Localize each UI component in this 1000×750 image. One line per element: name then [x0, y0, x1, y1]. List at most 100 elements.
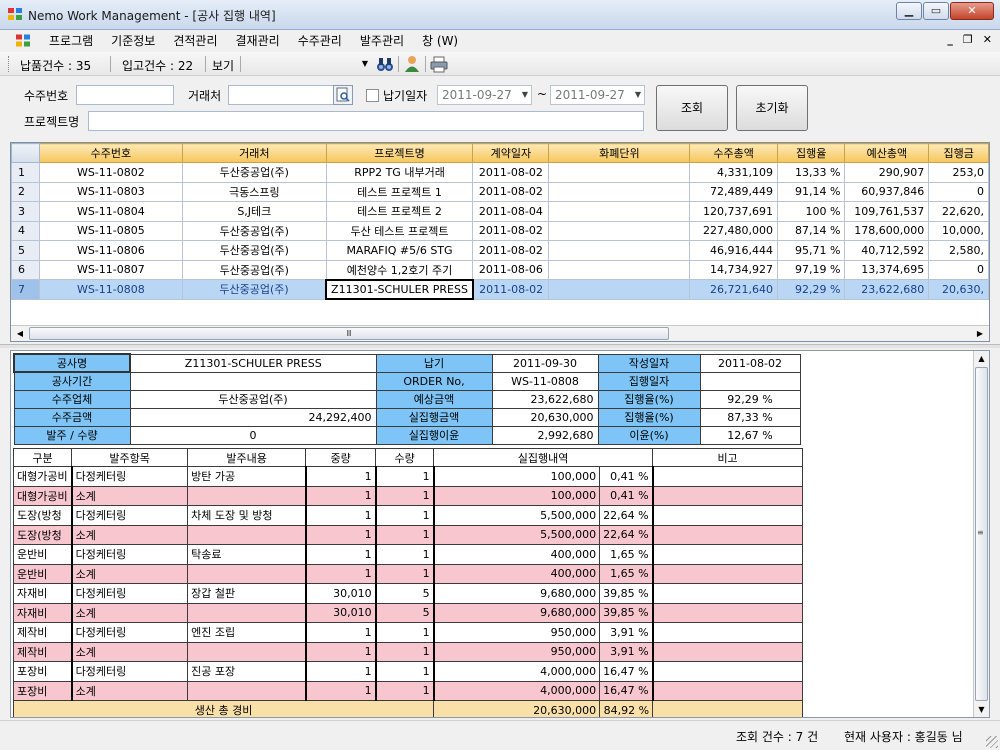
exec-cell-qty[interactable]: 5: [374, 583, 435, 604]
scroll-up-icon[interactable]: ▲: [974, 351, 989, 366]
due-value[interactable]: 2011-09-30: [491, 353, 599, 373]
grid-cell-rate[interactable]: 87,14 %: [776, 220, 846, 241]
row-number[interactable]: 1: [11, 162, 40, 183]
exec-cell-pct[interactable]: 3,91 %: [599, 641, 654, 662]
minimize-button[interactable]: ▁: [896, 2, 922, 20]
exec-cell-item[interactable]: 다정케터링: [70, 544, 189, 565]
exec-cell-note[interactable]: [651, 505, 804, 526]
table-row[interactable]: 6 WS-11-0807 두산중공업(주) 예천양수 1,2호기 주기 2011-08-…: [11, 259, 989, 280]
exec-rate-value[interactable]: 92,29 %: [699, 389, 801, 409]
mdi-minimize-button[interactable]: _: [947, 33, 953, 46]
date-to-picker[interactable]: 2011-09-27 ▼: [550, 85, 645, 105]
grid-cell-budget[interactable]: 40,712,592: [844, 240, 930, 261]
exec-cell-amount[interactable]: 100,000: [432, 466, 601, 487]
due-date-checkbox[interactable]: [366, 89, 379, 102]
binoculars-icon[interactable]: [376, 55, 394, 73]
grid-cell-project[interactable]: 두산 테스트 프로젝트: [325, 220, 474, 241]
table-row[interactable]: 3 WS-11-0804 S,J테크 테스트 프로젝트 2 2011-08-04 120,…: [11, 201, 989, 222]
row-number[interactable]: 5: [11, 240, 40, 261]
grid-cell-rate[interactable]: 100 %: [776, 201, 846, 222]
grid-cell-exec[interactable]: 22,620,: [928, 201, 989, 222]
project-input[interactable]: [88, 111, 644, 131]
list-item[interactable]: 포장비 다정케터링 진공 포장 1 1 4,000,000 16,47 %: [12, 661, 804, 682]
grid-cell-client[interactable]: 두산중공업(주): [182, 240, 327, 261]
toolbar-grip[interactable]: [8, 56, 11, 72]
grid-cell-budget[interactable]: 178,600,000: [844, 220, 930, 241]
list-item[interactable]: 제작비 다정케터링 엔진 조립 1 1 950,000 3,91 %: [12, 622, 804, 643]
exec-cell-note[interactable]: [651, 602, 804, 623]
user-icon[interactable]: [403, 55, 421, 73]
amount-value[interactable]: 24,292,400: [129, 407, 377, 427]
list-item[interactable]: 도장(방청 다정케터링 차체 도장 및 방청 1 1 5,500,000 22,64 %: [12, 505, 804, 526]
exec-cell-item[interactable]: 소계: [70, 524, 189, 545]
scroll-right-icon[interactable]: ▶: [972, 327, 988, 340]
grid-cell-client[interactable]: 두산중공업(주): [182, 259, 327, 280]
scroll-left-icon[interactable]: ◀: [12, 327, 28, 340]
exec-cell-qty[interactable]: 1: [374, 466, 435, 487]
grid-cell-rate[interactable]: 13,33 %: [776, 162, 846, 183]
menu-item-3[interactable]: 결재관리: [227, 33, 289, 49]
exec-cell-weight[interactable]: 30,010: [304, 602, 377, 623]
menu-item-6[interactable]: 창 (W): [413, 33, 467, 49]
grid-cell-budget[interactable]: 23,622,680: [844, 279, 930, 300]
grid-cell-total[interactable]: 120,737,691: [689, 201, 778, 222]
grid-cell-project[interactable]: MARAFIQ #5/6 STG: [325, 240, 474, 261]
exec-cell-amount[interactable]: 950,000: [432, 622, 601, 643]
exec-cell-weight[interactable]: 1: [304, 641, 377, 662]
exec-cell-pct[interactable]: 39,85 %: [599, 583, 654, 604]
exec-cell-amount[interactable]: 9,680,000: [432, 583, 601, 604]
exec-cell-item[interactable]: 다정케터링: [70, 466, 189, 487]
grid-cell-exec[interactable]: 0: [928, 259, 989, 280]
exec-cell-pct[interactable]: 16,47 %: [599, 661, 654, 682]
exec-cell-qty[interactable]: 1: [374, 680, 435, 701]
list-item[interactable]: 도장(방청 소계 1 1 5,500,000 22,64 %: [12, 524, 804, 545]
exec-cell-cat[interactable]: 포장비: [12, 661, 73, 682]
exec-cell-note[interactable]: [651, 583, 804, 604]
grid-column-header[interactable]: 집행율: [776, 143, 846, 163]
grid-cell-rate[interactable]: 97,19 %: [776, 259, 846, 280]
grid-cell-order[interactable]: WS-11-0804: [38, 201, 184, 222]
exec-cell-note[interactable]: [651, 680, 804, 701]
grid-column-header[interactable]: 계약일자: [472, 143, 550, 163]
grid-cell-client[interactable]: S,J테크: [182, 201, 327, 222]
client-value[interactable]: 두산중공업(주): [129, 389, 377, 409]
grid-column-header[interactable]: 예산총액: [844, 143, 930, 163]
list-item[interactable]: 포장비 소계 1 1 4,000,000 16,47 %: [12, 680, 804, 701]
grid-cell-client[interactable]: 두산중공업(주): [182, 279, 327, 300]
exec-cell-content[interactable]: [187, 602, 307, 623]
grid-cell-client[interactable]: 두산중공업(주): [182, 162, 327, 183]
exec-column-header[interactable]: 비고: [652, 448, 804, 467]
exec-cell-cat[interactable]: 자재비: [12, 583, 73, 604]
exec-cell-item[interactable]: 다정케터링: [70, 583, 189, 604]
scroll-down-icon[interactable]: ▼: [974, 702, 989, 717]
actual-value[interactable]: 20,630,000: [491, 407, 599, 427]
grid-cell-currency[interactable]: [548, 220, 691, 241]
grid-cell-exec[interactable]: 10,000,: [928, 220, 989, 241]
exec-cell-weight[interactable]: 1: [304, 680, 377, 701]
exec-cell-cat[interactable]: 운반비: [12, 544, 73, 565]
row-number[interactable]: 4: [11, 220, 40, 241]
grid-cell-date[interactable]: 2011-08-02: [472, 162, 550, 183]
order-no-value[interactable]: WS-11-0808: [491, 371, 599, 391]
exec-column-header[interactable]: 발주항목: [71, 448, 189, 467]
grid-cell-date[interactable]: 2011-08-02: [472, 181, 550, 202]
exec-cell-pct[interactable]: 16,47 %: [599, 680, 654, 701]
exec-cell-cat[interactable]: 대형가공비: [12, 485, 73, 506]
exec-cell-amount[interactable]: 400,000: [432, 544, 601, 565]
grid-cell-currency[interactable]: [548, 240, 691, 261]
exec-cell-note[interactable]: [651, 563, 804, 584]
resize-grip-icon[interactable]: [986, 736, 998, 748]
grid-cell-total[interactable]: 227,480,000: [689, 220, 778, 241]
exec-cell-content[interactable]: [187, 680, 307, 701]
exec-cell-amount[interactable]: 4,000,000: [432, 680, 601, 701]
exec-cell-weight[interactable]: 1: [304, 485, 377, 506]
exec-cell-cat[interactable]: 운반비: [12, 563, 73, 584]
table-row[interactable]: 2 WS-11-0803 극동스프링 테스트 프로젝트 1 2011-08-02 72,4…: [11, 181, 989, 202]
table-row[interactable]: 5 WS-11-0806 두산중공업(주) MARAFIQ #5/6 STG 2011-…: [11, 240, 989, 261]
exec-cell-pct[interactable]: 22,64 %: [599, 505, 654, 526]
grid-cell-rate[interactable]: 91,14 %: [776, 181, 846, 202]
grid-cell-project[interactable]: 예천양수 1,2호기 주기: [325, 259, 474, 280]
grid-corner[interactable]: [11, 143, 40, 163]
exec-rate2-value[interactable]: 87,33 %: [699, 407, 801, 427]
exec-cell-amount[interactable]: 950,000: [432, 641, 601, 662]
